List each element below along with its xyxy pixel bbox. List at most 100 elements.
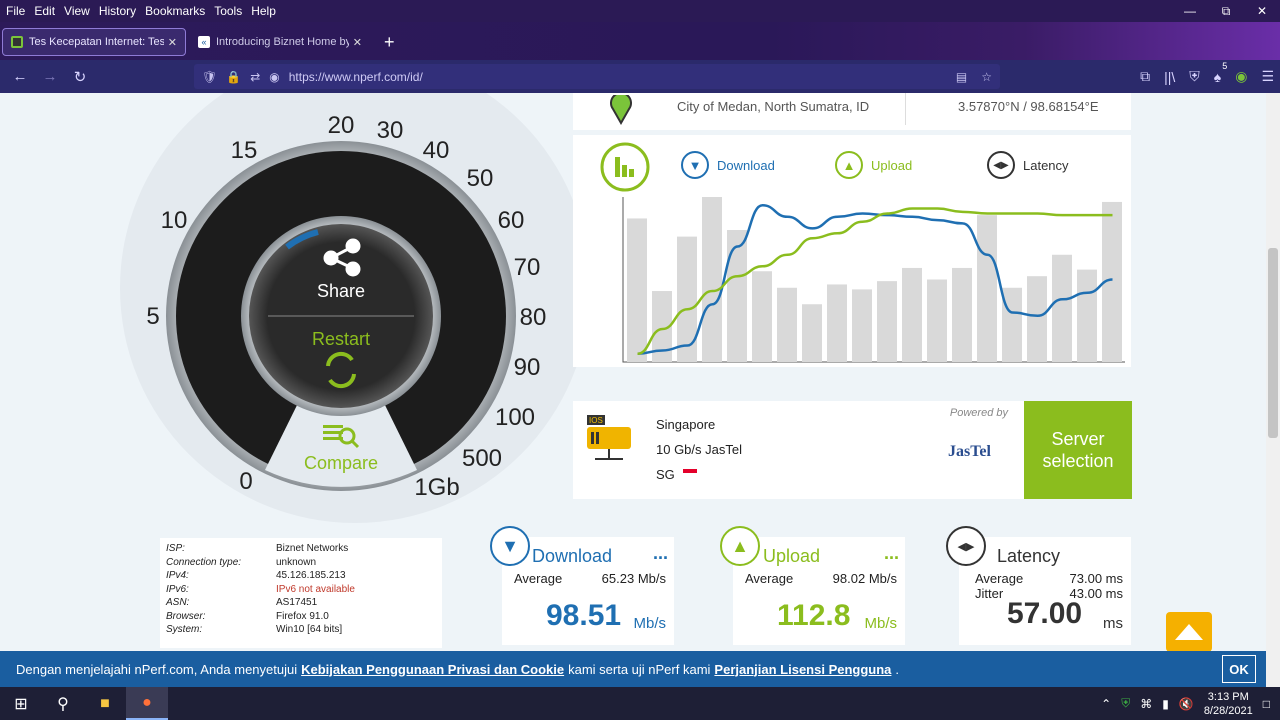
license-agreement-link[interactable]: Perjanjian Lisensi Pengguna (714, 662, 891, 677)
bookmark-star-icon[interactable]: ☆ (981, 70, 992, 84)
info-row: IPv4: 45.126.185.213 (166, 569, 436, 583)
close-tab-icon[interactable]: ✕ (353, 36, 362, 49)
biznet-favicon-icon: « (198, 36, 210, 48)
upload-more-button[interactable]: ... (884, 543, 899, 564)
menu-file[interactable]: File (6, 4, 25, 18)
cookie-text-3: . (895, 661, 900, 677)
tick-label-10: 10 (161, 207, 188, 234)
info-value: Win10 [64 bits] (276, 624, 343, 636)
notifications-icon[interactable]: □ (1263, 697, 1270, 711)
tab-biznet[interactable]: « Introducing Biznet Home by Bi ✕ (190, 28, 370, 56)
reader-view-icon[interactable]: ▤ (956, 70, 967, 84)
library-icon[interactable]: ||\ (1164, 69, 1175, 85)
tick-label-20: 20 (328, 112, 355, 139)
search-icon[interactable]: ⚲ (42, 687, 84, 720)
info-value: 45.126.185.213 (276, 570, 346, 582)
privacy-policy-link[interactable]: Kebijakan Penggunaan Privasi dan Cookie (301, 662, 564, 677)
windows-start-icon[interactable]: ⊞ (0, 687, 42, 720)
reload-icon[interactable]: ↻ (65, 68, 95, 86)
pocket-icon[interactable]: ⧉ (1140, 68, 1150, 85)
tick-label-60: 60 (498, 207, 525, 234)
legend-latency[interactable]: ◀▶ Latency (987, 151, 1069, 179)
menu-tools[interactable]: Tools (214, 4, 242, 18)
cookie-banner: Dengan menjelajahi nPerf.com, Anda menye… (0, 651, 1266, 687)
chart-type-icon[interactable] (599, 141, 651, 193)
forward-icon[interactable]: → (35, 68, 65, 85)
battery-icon[interactable]: ▮ (1162, 697, 1169, 711)
permissions-icon[interactable]: ⇄ (250, 70, 260, 84)
minimize-icon[interactable]: — (1172, 0, 1208, 22)
location-icon[interactable]: ◉ (269, 70, 279, 84)
divider (905, 93, 906, 125)
volume-icon[interactable]: 🔇 (1179, 697, 1194, 711)
new-tab-icon[interactable]: + (384, 32, 395, 53)
menu-help[interactable]: Help (251, 4, 276, 18)
latency-bar (1052, 254, 1072, 362)
profile-icon[interactable]: ◉ (1235, 68, 1247, 85)
server-selection-button[interactable]: Server selection (1024, 401, 1132, 499)
info-value: Biznet Networks (276, 543, 349, 555)
latency-bar (902, 267, 922, 362)
latency-bar (702, 197, 722, 362)
upload-arrow-icon: ▲ (835, 151, 863, 179)
cookie-ok-button[interactable]: OK (1222, 655, 1256, 683)
latency-bar (977, 215, 997, 362)
security-icon[interactable]: ⛨ (1121, 696, 1130, 711)
restart-button[interactable]: Restart (312, 329, 370, 349)
download-more-button[interactable]: ... (653, 543, 668, 564)
back-icon[interactable]: ← (5, 68, 35, 85)
info-key: System: (166, 624, 203, 636)
info-row: Browser: Firefox 91.0 (166, 610, 436, 624)
latency-bar (1027, 276, 1047, 362)
network-icon[interactable]: ⌘ (1140, 697, 1152, 711)
tab-nperf[interactable]: Tes Kecepatan Internet: Tes kone ✕ (2, 28, 186, 56)
hamburger-menu-icon[interactable]: ☰ (1261, 68, 1274, 85)
info-value: IPv6 not available (276, 583, 355, 595)
clock-time: 3:13 PM (1207, 690, 1249, 703)
close-window-icon[interactable]: ✕ (1244, 0, 1280, 22)
url-text[interactable]: https://www.nperf.com/id/ (289, 70, 423, 84)
nav-bar: ← → ↻ 🛡 🔒 ⇄ ◉ https://www.nperf.com/id/ … (0, 60, 1280, 93)
menu-history[interactable]: History (99, 4, 136, 18)
shield-icon[interactable]: 🛡 (202, 70, 217, 84)
close-tab-icon[interactable]: ✕ (168, 36, 177, 49)
latency-unit: ms (1103, 615, 1123, 632)
tick-label-100: 100 (495, 404, 535, 431)
server-panel: IOS Singapore 10 Gb/s JasTel SG Powered … (573, 401, 1024, 499)
jastel-logo[interactable]: JasTel (948, 443, 991, 461)
address-bar[interactable]: 🛡 🔒 ⇄ ◉ https://www.nperf.com/id/ ▤ ☆ (194, 64, 1000, 89)
up-cloud-icon (1175, 624, 1203, 640)
latency-bar (752, 271, 772, 362)
svg-text:IOS: IOS (589, 416, 603, 425)
clock[interactable]: 3:13 PM 8/28/2021 (1204, 690, 1253, 718)
menu-edit[interactable]: Edit (34, 4, 55, 18)
extension-icon[interactable]: ♠ 5 (1214, 61, 1227, 85)
upload-result-card: Upload ... Average 98.02 Mb/s 112.8 Mb/s (733, 537, 905, 645)
server-city: Singapore (656, 417, 716, 432)
legend-upload[interactable]: ▲ Upload (835, 151, 912, 179)
windows-taskbar: ⊞ ⚲ ■ ● ⌃ ⛨ ⌘ ▮ 🔇 3:13 PM 8/28/2021 □ (0, 687, 1280, 720)
lock-icon[interactable]: 🔒 (226, 70, 241, 84)
share-button[interactable]: Share (317, 281, 365, 301)
scroll-to-top-button[interactable] (1166, 612, 1212, 651)
menu-bookmarks[interactable]: Bookmarks (145, 4, 205, 18)
file-explorer-icon[interactable]: ■ (84, 687, 126, 720)
latency-value: 57.00 (1007, 597, 1083, 630)
system-tray: ⌃ ⛨ ⌘ ▮ 🔇 3:13 PM 8/28/2021 □ (1101, 687, 1280, 720)
firefox-icon[interactable]: ● (126, 687, 168, 720)
latency-bar (1077, 269, 1097, 362)
latency-bar (627, 218, 647, 362)
menu-view[interactable]: View (64, 4, 90, 18)
shield-extension-icon[interactable]: ⛨ (1189, 68, 1200, 85)
info-row: ASN: AS17451 (166, 596, 436, 610)
show-hidden-icons-icon[interactable]: ⌃ (1101, 697, 1111, 711)
tick-label-40: 40 (423, 137, 450, 164)
info-key: IPv4: (166, 570, 189, 582)
latency-bar (1002, 287, 1022, 362)
legend-download[interactable]: ▼ Download (681, 151, 775, 179)
maximize-icon[interactable]: ⧉ (1208, 0, 1244, 22)
compare-button[interactable]: Compare (304, 453, 378, 473)
download-avg-value: 65.23 Mb/s (601, 571, 666, 586)
page-scrollbar[interactable] (1266, 93, 1280, 687)
scrollbar-thumb[interactable] (1268, 248, 1278, 438)
